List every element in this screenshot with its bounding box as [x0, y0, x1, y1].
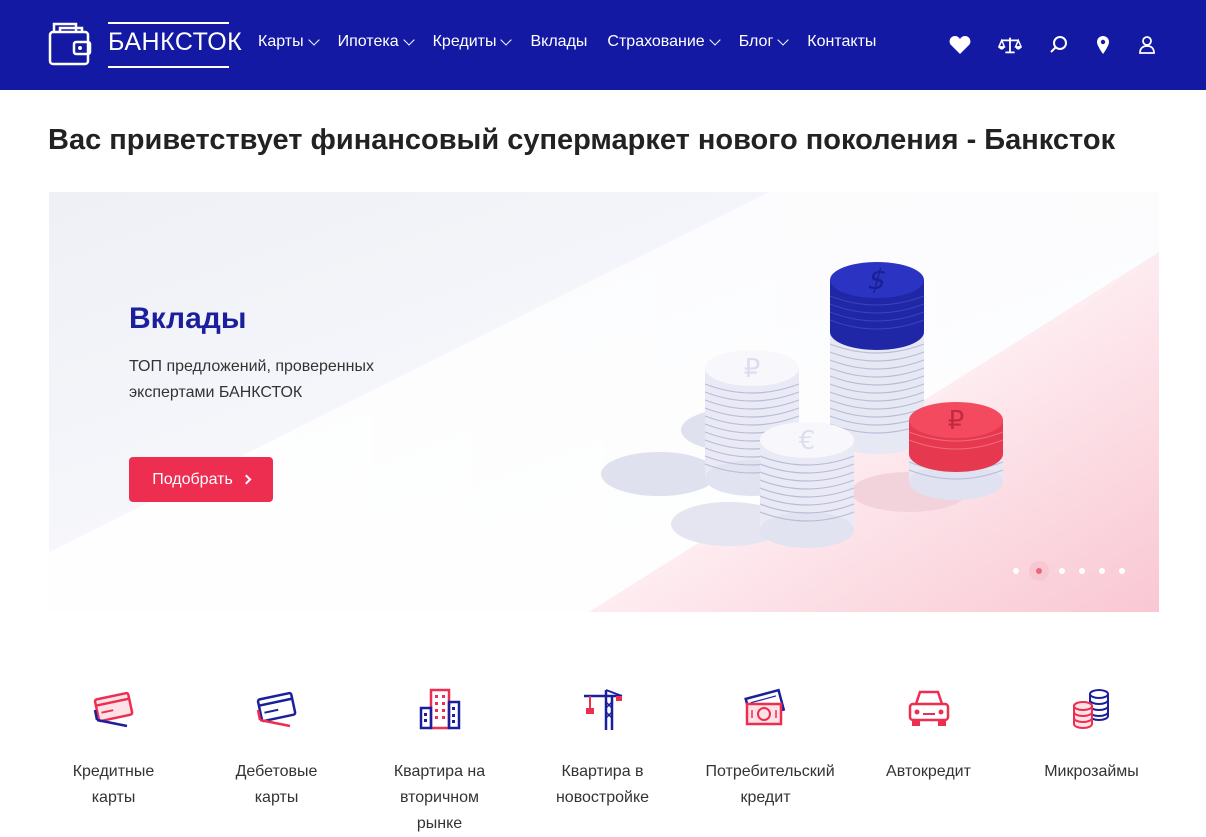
scales-icon[interactable]: [998, 33, 1022, 57]
nav-item-credits[interactable]: Кредиты: [432, 33, 513, 51]
wallet-logo-icon[interactable]: [48, 20, 94, 73]
nav-item-cards[interactable]: Карты: [258, 33, 320, 51]
category-label: Кредитные карты: [72, 763, 155, 806]
nav-item-blog[interactable]: Блог: [738, 33, 789, 51]
coins-illustration: $ ₽ ₽ €: [601, 262, 1004, 548]
cash-icon: [742, 685, 790, 733]
slider-dot[interactable]: [1013, 568, 1019, 574]
category-label: Автокредит: [886, 763, 971, 780]
chevron-down-icon: [777, 33, 789, 46]
chevron-down-icon: [402, 33, 415, 46]
category-label: Квартира в новостройке: [555, 763, 650, 806]
category-label: Микрозаймы: [1044, 763, 1139, 780]
category-label: Квартира на вторичном рынке: [393, 763, 486, 832]
chevron-down-icon: [709, 33, 721, 46]
category-credit-cards[interactable]: Кредитные карты: [32, 685, 195, 837]
category-new-apartment[interactable]: Квартира в новостройке: [521, 685, 684, 837]
nav-item-contacts[interactable]: Контакты: [807, 33, 876, 51]
nav-label: Вклады: [530, 33, 588, 50]
slider-dot[interactable]: [1079, 568, 1085, 574]
logo-text[interactable]: БАНКСТОК: [108, 28, 242, 57]
slider-dots: [1013, 561, 1139, 581]
chevron-right-icon: [241, 474, 252, 485]
category-microloans[interactable]: Микрозаймы: [1010, 685, 1173, 837]
car-icon: [905, 685, 953, 733]
category-list: Кредитные карты Дебетовые карты Квартира…: [32, 685, 1174, 837]
slider-dot[interactable]: [1119, 568, 1125, 574]
location-pin-icon[interactable]: [1091, 33, 1115, 57]
credit-card-icon: [90, 685, 138, 733]
nav-item-mortgage[interactable]: Ипотека: [337, 33, 415, 51]
nav-label: Контакты: [807, 33, 877, 50]
svg-text:₽: ₽: [744, 354, 761, 384]
category-label: Потребительский кредит: [705, 763, 835, 806]
svg-text:€: €: [799, 426, 816, 456]
user-icon[interactable]: [1135, 33, 1159, 57]
slider-dot[interactable]: [1099, 568, 1105, 574]
promo-banner: Вклады ТОП предложений, проверенных эксп…: [49, 192, 1159, 612]
category-debit-cards[interactable]: Дебетовые карты: [195, 685, 358, 837]
category-auto-credit[interactable]: Автокредит: [847, 685, 1010, 837]
crane-icon: [579, 685, 627, 733]
nav-label: Кредиты: [432, 33, 497, 50]
chevron-down-icon: [500, 33, 513, 46]
main-nav: Карты Ипотека Кредиты Вклады Страхование…: [258, 33, 896, 51]
category-secondary-apartment[interactable]: Квартира на вторичном рынке: [358, 685, 521, 837]
coins-icon: [1068, 685, 1116, 733]
chevron-down-icon: [307, 33, 320, 46]
slider-dot-active[interactable]: [1029, 561, 1049, 581]
nav-item-deposits[interactable]: Вклады: [530, 33, 587, 51]
svg-text:₽: ₽: [948, 406, 965, 436]
nav-item-insurance[interactable]: Страхование: [607, 33, 721, 51]
pick-button-label: Подобрать: [152, 470, 233, 488]
page-title: Вас приветствует финансовый супермаркет …: [48, 124, 1116, 156]
search-icon[interactable]: [1047, 33, 1071, 57]
category-label: Дебетовые карты: [235, 763, 318, 806]
nav-label: Блог: [738, 33, 774, 50]
banner-subtitle: ТОП предложений, проверенных экспертами …: [129, 358, 374, 401]
nav-label: Страхование: [607, 33, 705, 50]
pick-button[interactable]: Подобрать: [129, 457, 273, 502]
slider-dot[interactable]: [1059, 568, 1065, 574]
ruble-red-coin-stack: ₽: [908, 402, 1004, 500]
category-consumer-credit[interactable]: Потребительский кредит: [684, 685, 847, 837]
euro-coin-stack: €: [759, 422, 855, 548]
heart-icon[interactable]: [948, 33, 972, 57]
banner-heading: Вклады: [129, 302, 247, 335]
nav-label: Карты: [258, 33, 304, 50]
header-tools: [948, 33, 1159, 57]
site-header: БАНКСТОК Карты Ипотека Кредиты Вклады Ст…: [0, 0, 1206, 90]
nav-label: Ипотека: [337, 33, 399, 50]
building-icon: [416, 685, 464, 733]
debit-card-icon: [253, 685, 301, 733]
